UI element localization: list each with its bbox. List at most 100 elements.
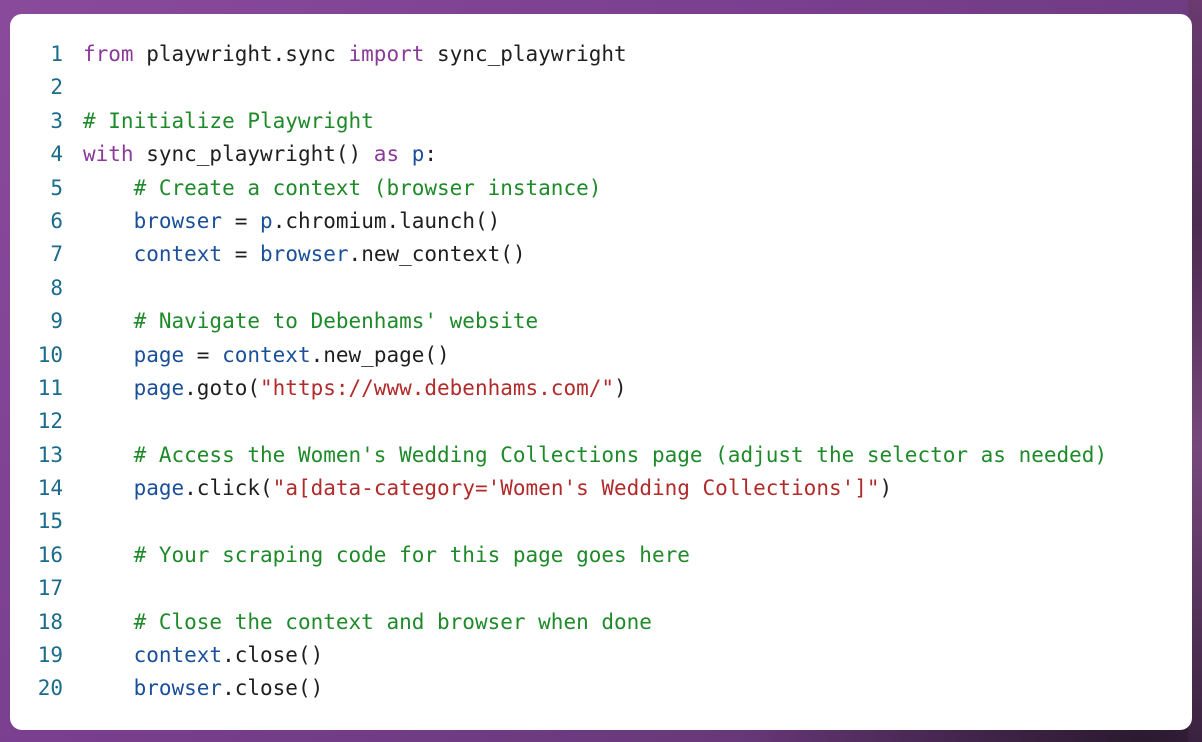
code-token: = <box>222 242 261 267</box>
code-block: 1 from playwright.sync import sync_playwr… <box>10 14 1192 730</box>
code-line: 13 # Access the Women's Wedding Collecti… <box>10 439 1192 472</box>
line-number: 11 <box>37 375 63 400</box>
code-token: page <box>133 375 185 400</box>
code-line: 18 # Close the context and browser when … <box>10 606 1192 639</box>
code-line: 12 <box>10 405 1192 438</box>
code-line: 2 <box>10 71 1192 104</box>
code-token: .click( <box>184 476 273 501</box>
line-number: 12 <box>37 409 63 434</box>
code-token: .close() <box>222 643 324 668</box>
code-text: from playwright.sync import sync_playwri… <box>83 38 627 71</box>
code-line: 11 page.goto("https://www.debenhams.com/… <box>10 372 1192 405</box>
line-number: 7 <box>50 242 63 267</box>
code-line: 10 page = context.new_page() <box>10 339 1192 372</box>
code-token: "a[data-category='Women's Wedding Collec… <box>272 476 880 501</box>
line-number: 4 <box>50 142 63 167</box>
line-number: 6 <box>50 208 63 233</box>
line-number: 15 <box>37 509 63 534</box>
code-token: .goto( <box>184 375 261 400</box>
code-token: # Initialize Playwright <box>83 108 374 133</box>
code-token: as <box>373 142 400 167</box>
code-text: with sync_playwright() as p: <box>83 138 437 171</box>
line-number: 13 <box>37 442 63 467</box>
code-line: 20 browser.close() <box>10 672 1192 705</box>
code-text: # Your scraping code for this page goes … <box>83 539 690 572</box>
code-line: 15 <box>10 505 1192 538</box>
code-token: = <box>222 208 261 233</box>
line-number: 17 <box>37 576 63 601</box>
code-token: # Your scraping code for this page goes … <box>133 542 690 567</box>
code-token: p <box>260 208 273 233</box>
code-text: browser.close() <box>83 672 324 705</box>
code-line: 9 # Navigate to Debenhams' website <box>10 305 1192 338</box>
code-token: context <box>222 342 311 367</box>
code-line: 16 # Your scraping code for this page go… <box>10 539 1192 572</box>
code-token: browser <box>133 208 223 233</box>
code-token: playwright.sync <box>133 42 349 66</box>
line-number: 20 <box>37 676 63 701</box>
line-number: 14 <box>37 476 63 501</box>
code-token: .new_context() <box>348 242 526 267</box>
line-number: 19 <box>37 643 63 668</box>
code-text: page = context.new_page() <box>83 339 450 372</box>
code-token: from <box>83 42 134 66</box>
code-token: browser <box>133 676 223 701</box>
code-line: 7 context = browser.new_context() <box>10 238 1192 271</box>
code-token: # Close the context and browser when don… <box>133 609 652 634</box>
code-token: : <box>424 142 438 167</box>
line-number: 18 <box>37 609 63 634</box>
code-text: browser = p.chromium.launch() <box>83 205 501 238</box>
code-line: 19 context.close() <box>10 639 1192 672</box>
code-text: page.goto("https://www.debenhams.com/") <box>83 372 627 405</box>
code-line: 1 from playwright.sync import sync_playwr… <box>10 38 1192 71</box>
line-number: 1 <box>50 42 63 66</box>
code-token: page <box>133 342 185 367</box>
code-token: = <box>184 342 223 367</box>
code-line: 14 page.click("a[data-category='Women's … <box>10 472 1192 505</box>
code-token: p <box>411 142 425 167</box>
code-token: # Access the Women's Wedding Collections… <box>133 442 1108 467</box>
code-text: # Create a context (browser instance) <box>83 172 602 205</box>
code-token: import <box>348 42 425 66</box>
code-token: browser <box>260 242 349 267</box>
code-text: page.click("a[data-category='Women's Wed… <box>83 472 893 505</box>
code-token: .new_page() <box>310 342 450 367</box>
code-token: page <box>133 476 185 501</box>
code-text: context = browser.new_context() <box>83 238 526 271</box>
code-token: context <box>133 242 223 267</box>
code-line: 5 # Create a context (browser instance) <box>10 172 1192 205</box>
line-number: 9 <box>50 309 63 334</box>
line-number: 10 <box>37 342 63 367</box>
code-token: ) <box>614 375 627 400</box>
code-token: context <box>133 643 223 668</box>
code-lines: 1 from playwright.sync import sync_playwr… <box>10 38 1192 706</box>
code-token: .close() <box>222 676 324 701</box>
code-line: 6 browser = p.chromium.launch() <box>10 205 1192 238</box>
line-number: 2 <box>50 75 63 100</box>
code-token: ) <box>879 476 893 501</box>
code-line: 17 <box>10 572 1192 605</box>
code-text: # Navigate to Debenhams' website <box>83 305 539 338</box>
code-text: context.close() <box>83 639 324 672</box>
code-token: .chromium.launch() <box>272 208 501 233</box>
code-token: # Navigate to Debenhams' website <box>133 309 539 334</box>
code-line: 8 <box>10 272 1192 305</box>
line-number: 16 <box>37 542 63 567</box>
line-number: 5 <box>50 175 63 200</box>
line-number: 3 <box>50 108 63 133</box>
code-text: # Close the context and browser when don… <box>83 606 652 639</box>
code-text: # Initialize Playwright <box>83 105 374 138</box>
